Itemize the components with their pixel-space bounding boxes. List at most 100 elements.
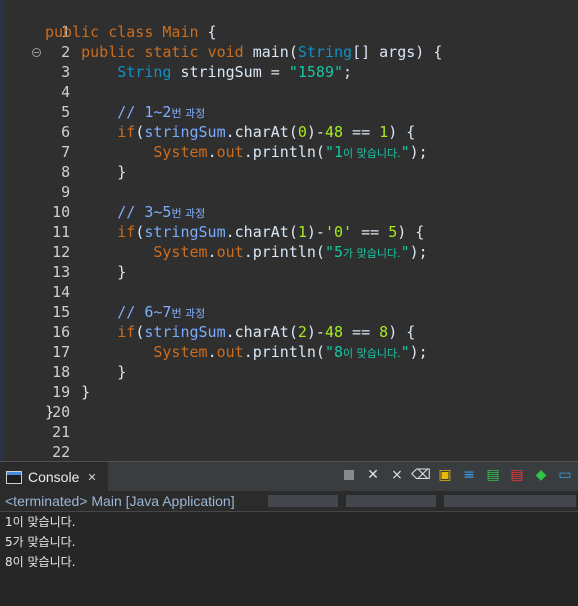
console-toolbar: ✕ ⨯ ⌫ ▣ ≡ ▤ ▤ ◆ ▭ [340, 466, 574, 484]
string-part-ko: 이 맞습니다. [343, 147, 401, 160]
punctuation: . [207, 343, 217, 361]
code-line[interactable]: 7 if(stringSum.charAt(0)-48 == 1) { [0, 122, 415, 161]
string-literal: "1이 맞습니다." [325, 143, 410, 161]
code-line[interactable]: 22 [0, 422, 70, 461]
number-literal: 1 [297, 223, 307, 241]
field-ref: out [216, 243, 244, 261]
code-line[interactable]: 8 System.out.println("1이 맞습니다."); [0, 142, 428, 181]
variable: stringSum [144, 223, 226, 241]
comment-text: // 3~5 [117, 203, 172, 221]
code-line[interactable]: 2 public class Main { [0, 22, 217, 61]
code-line[interactable]: 18 System.out.println("8이 맞습니다."); [0, 342, 428, 381]
comment-text: // 6~7 [117, 303, 172, 321]
fold-collapse-icon[interactable] [32, 48, 41, 57]
comment: // 3~5번 과정 [117, 203, 205, 221]
remove-launch-icon[interactable]: ✕ [364, 466, 382, 484]
method-call: .charAt( [225, 323, 298, 341]
class-name: Main [162, 23, 199, 41]
code-line[interactable]: 17 if(stringSum.charAt(2)-48 == 8) { [0, 322, 415, 361]
number-literal: 48 [324, 123, 344, 141]
code-line[interactable]: 19 } [0, 362, 126, 401]
show-stderr-icon[interactable]: ▤ [508, 466, 526, 484]
punctuation: } [117, 163, 127, 181]
clear-console-icon[interactable]: ⌫ [411, 466, 431, 484]
number-literal: 0 [297, 123, 307, 141]
code-line[interactable]: 1 [0, 2, 70, 41]
keyword: void [207, 43, 244, 61]
number-literal: 48 [324, 323, 344, 341]
method-call: .println( [243, 343, 325, 361]
code-editor[interactable]: 1 2 public class Main { 3 public static … [0, 0, 578, 461]
code-line[interactable]: 3 public static void main(String[] args)… [0, 42, 442, 81]
number-literal: 5 [388, 223, 398, 241]
punctuation: } [81, 383, 91, 401]
operator: = [261, 63, 289, 81]
punctuation: ); [409, 243, 428, 261]
show-stdout-icon[interactable]: ▤ [484, 466, 502, 484]
code-line[interactable]: 6 // 1~2번 과정 [0, 102, 205, 141]
string-part: "1 [324, 143, 344, 161]
code-line[interactable]: 14 } [0, 262, 126, 301]
punctuation: [] args) { [352, 43, 443, 61]
keyword: if [117, 223, 136, 241]
punctuation: ( [135, 123, 145, 141]
code-line[interactable]: 12 if(stringSum.charAt(1)-'0' == 5) { [0, 222, 424, 261]
tab-console[interactable]: Console ✕ [0, 462, 108, 492]
field-ref: out [216, 343, 244, 361]
punctuation: ); [409, 143, 428, 161]
code-line[interactable]: 16 // 6~7번 과정 [0, 302, 205, 341]
punctuation: } [45, 403, 55, 421]
string-part: " [400, 143, 410, 161]
code-line[interactable]: 15 [0, 282, 70, 321]
char-literal: '0' [324, 223, 353, 241]
code-line[interactable]: 10 [0, 182, 70, 221]
code-line[interactable]: 11 // 3~5번 과정 [0, 202, 205, 241]
operator: )- [306, 123, 325, 141]
pin-console-icon[interactable]: ◆ [532, 466, 550, 484]
class-ref: System [153, 143, 208, 161]
comment: // 6~7번 과정 [117, 303, 205, 321]
punctuation: . [207, 243, 217, 261]
punctuation: ) { [397, 223, 425, 241]
console-output-line: 5가 맞습니다. [5, 535, 76, 549]
number-literal: 2 [297, 323, 307, 341]
variable: stringSum [144, 123, 226, 141]
code-line[interactable]: 9 } [0, 162, 126, 201]
word-wrap-icon[interactable]: ≡ [460, 466, 478, 484]
code-line[interactable]: 20 } [0, 382, 90, 421]
comment-text-ko: 번 과정 [171, 307, 206, 320]
display-console-icon[interactable]: ▭ [556, 466, 574, 484]
code-line[interactable]: 21 } [0, 402, 70, 441]
punctuation: } [117, 363, 127, 381]
console-status-line: <terminated> Main [Java Application] [0, 491, 578, 512]
string-literal: "5가 맞습니다." [325, 243, 410, 261]
console-output[interactable]: 1이 맞습니다. 5가 맞습니다. 8이 맞습니다. [0, 512, 578, 606]
scroll-lock-icon[interactable]: ▣ [436, 466, 454, 484]
punctuation: . [207, 143, 217, 161]
console-output-line: 8이 맞습니다. [5, 555, 76, 569]
keyword: public [81, 43, 136, 61]
punctuation: ) { [388, 323, 416, 341]
code-line[interactable]: 4 String stringSum = "1589"; [0, 62, 352, 101]
operator: )- [306, 323, 325, 341]
redacted-region [346, 495, 436, 507]
code-line[interactable]: 13 System.out.println("5가 맞습니다."); [0, 242, 428, 281]
method-call: .println( [243, 243, 325, 261]
string-part-ko: 가 맞습니다. [343, 247, 401, 260]
punctuation: { [198, 23, 217, 41]
code-line[interactable]: 5 [0, 82, 70, 121]
method-call: .charAt( [225, 123, 298, 141]
code-line[interactable]: 23 [0, 442, 70, 461]
string-part-ko: 이 맞습니다. [343, 347, 401, 360]
punctuation: ); [409, 343, 428, 361]
console-icon [6, 470, 22, 484]
remove-all-icon[interactable]: ⨯ [388, 466, 406, 484]
operator: == [343, 323, 380, 341]
type-name: String [117, 63, 172, 81]
stop-icon[interactable] [344, 470, 354, 480]
redacted-region [444, 495, 576, 507]
string-part: "5 [324, 243, 344, 261]
type-name: String [297, 43, 353, 61]
close-icon[interactable]: ✕ [87, 471, 96, 484]
comment-text: // 1~2 [117, 103, 172, 121]
